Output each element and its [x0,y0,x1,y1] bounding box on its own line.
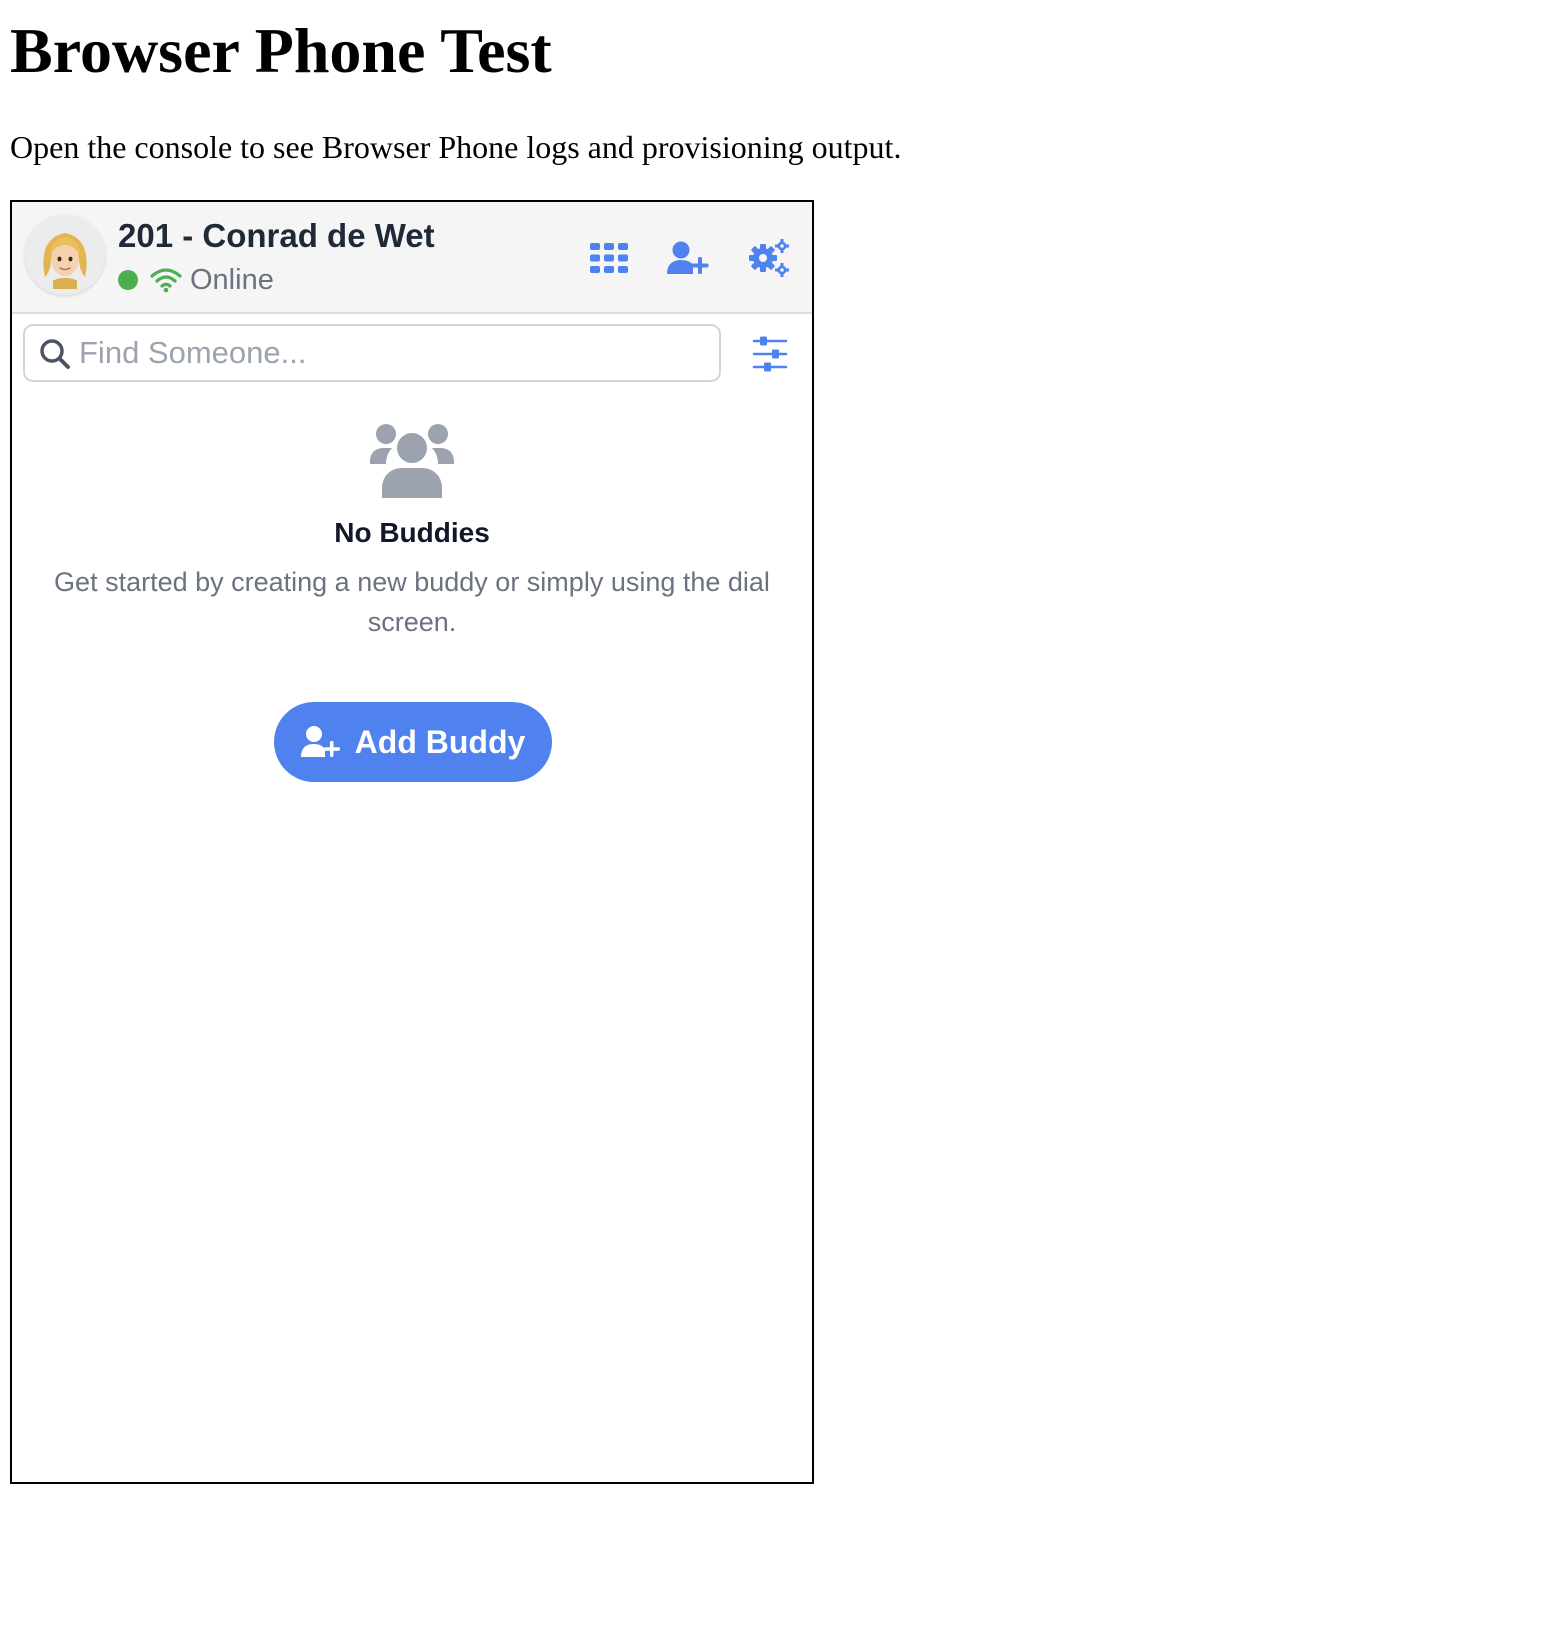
profile-name: 201 - Conrad de Wet [118,217,435,254]
page-intro-text: Open the console to see Browser Phone lo… [10,129,902,165]
presence-status[interactable]: Online [118,262,274,298]
settings-button[interactable] [745,234,793,282]
empty-state-description: Get started by creating a new buddy or s… [54,567,770,637]
search-box [23,324,721,382]
avatar[interactable] [25,215,105,295]
dialpad-grid-icon [590,243,628,273]
user-plus-icon [667,241,709,274]
filter-button[interactable] [750,334,790,374]
sliders-icon [752,336,788,372]
online-status-dot-icon [118,270,138,290]
profile-header: 201 - Conrad de Wet Online [12,202,812,314]
add-buddy-button[interactable]: Add Buddy [274,702,552,782]
gears-icon [749,239,789,277]
search-input[interactable] [79,330,699,376]
page-title: Browser Phone Test [10,15,552,86]
search-icon [40,339,70,369]
status-label: Online [190,264,274,296]
empty-state: No Buddies Get started by creating a new… [12,422,812,642]
user-plus-icon [300,726,340,757]
dialpad-button[interactable] [585,234,633,282]
avatar-memoji-icon [25,215,105,295]
empty-state-title: No Buddies [334,517,490,548]
users-group-icon [370,424,454,498]
add-buddy-label: Add Buddy [354,723,526,760]
add-contact-button[interactable] [664,234,712,282]
browser-phone-widget: 201 - Conrad de Wet Online Find Someone.… [10,200,814,1484]
wifi-icon [150,268,182,293]
